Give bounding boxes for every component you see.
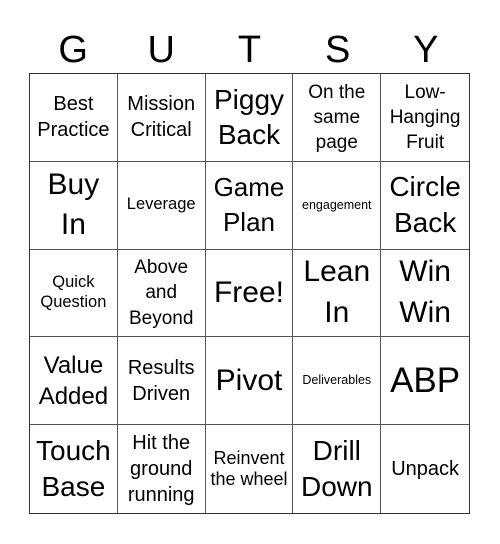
bingo-cell[interactable]: Circle Back xyxy=(381,162,469,250)
bingo-cell-label: Above and Beyond xyxy=(128,257,194,329)
bingo-cell-label: Deliverables xyxy=(302,373,372,388)
bingo-cell-label: Hit the ground running xyxy=(127,432,195,507)
bingo-header: G U T S Y xyxy=(29,28,470,72)
bingo-cell[interactable]: Hit the ground running xyxy=(118,425,206,513)
bingo-cell-label: On the same page xyxy=(308,81,366,154)
bingo-cell[interactable]: Lean In xyxy=(293,249,382,338)
bingo-cell-label: Best Practice xyxy=(37,93,110,142)
bingo-cell-label: Lean In xyxy=(303,255,371,329)
header-letter-s: S xyxy=(324,29,351,71)
bingo-cell[interactable]: Buy In xyxy=(30,161,118,250)
bingo-cell-label: Quick Question xyxy=(40,273,107,311)
bingo-cell-free-space[interactable]: Free! xyxy=(205,249,294,338)
bingo-cell[interactable]: Touch Base xyxy=(30,425,118,513)
bingo-cell-label: Leverage xyxy=(126,195,196,214)
bingo-cell-label: engagement xyxy=(302,197,372,212)
bingo-cell-label: Free! xyxy=(213,275,284,309)
bingo-board: Best Practice Mission Critical Piggy Back O… xyxy=(29,73,470,514)
bingo-cell[interactable]: Game Plan xyxy=(205,161,294,250)
bingo-cell-label: Drill Down xyxy=(300,435,373,503)
bingo-cell[interactable]: Deliverables xyxy=(293,337,382,426)
header-letter-g: G xyxy=(58,29,88,71)
bingo-cell[interactable]: engagement xyxy=(293,161,382,250)
bingo-cell[interactable]: ABP xyxy=(381,337,469,426)
bingo-cell-label: Unpack xyxy=(391,458,459,481)
bingo-cell[interactable]: Reinvent the wheel xyxy=(206,425,294,513)
bingo-cell[interactable]: Leverage xyxy=(117,161,206,250)
bingo-cell-label: Pivot xyxy=(215,363,283,397)
bingo-cell-label: Win Win xyxy=(399,255,451,329)
bingo-cell[interactable]: Best Practice xyxy=(30,74,118,162)
bingo-cell-label: Results Driven xyxy=(127,356,195,405)
bingo-cell[interactable]: Unpack xyxy=(381,425,469,513)
header-letter-y: Y xyxy=(413,29,439,71)
bingo-cell[interactable]: Mission Critical xyxy=(117,74,206,162)
bingo-cell[interactable]: Quick Question xyxy=(30,249,118,338)
bingo-cell[interactable]: Drill Down xyxy=(293,425,382,513)
bingo-cell[interactable]: Results Driven xyxy=(117,337,206,426)
header-letter-u: U xyxy=(147,29,175,71)
bingo-cell[interactable]: Low-Hanging Fruit xyxy=(381,74,469,162)
bingo-cell-label: Buy In xyxy=(47,167,100,242)
header-letter-t: T xyxy=(237,29,262,71)
bingo-cell[interactable]: Piggy Back xyxy=(205,74,294,162)
bingo-cell-label: Game Plan xyxy=(213,172,285,238)
bingo-cell[interactable]: Value Added xyxy=(30,337,118,426)
bingo-cell-label: Circle Back xyxy=(389,171,461,239)
bingo-cell[interactable]: On the same page xyxy=(293,74,382,162)
bingo-cell[interactable]: Pivot xyxy=(205,337,294,426)
bingo-cell-label: Value Added xyxy=(38,351,109,410)
bingo-cell-label: Touch Base xyxy=(36,435,111,503)
bingo-cell-label: Mission Critical xyxy=(127,93,196,142)
bingo-cell-label: Low-Hanging Fruit xyxy=(389,81,461,154)
bingo-cell-label: Piggy Back xyxy=(213,83,285,151)
bingo-cell-label: Reinvent the wheel xyxy=(210,447,288,490)
bingo-cell-label: ABP xyxy=(390,360,461,400)
bingo-cell[interactable]: Win Win xyxy=(381,250,469,338)
bingo-cell[interactable]: Above and Beyond xyxy=(117,249,206,338)
